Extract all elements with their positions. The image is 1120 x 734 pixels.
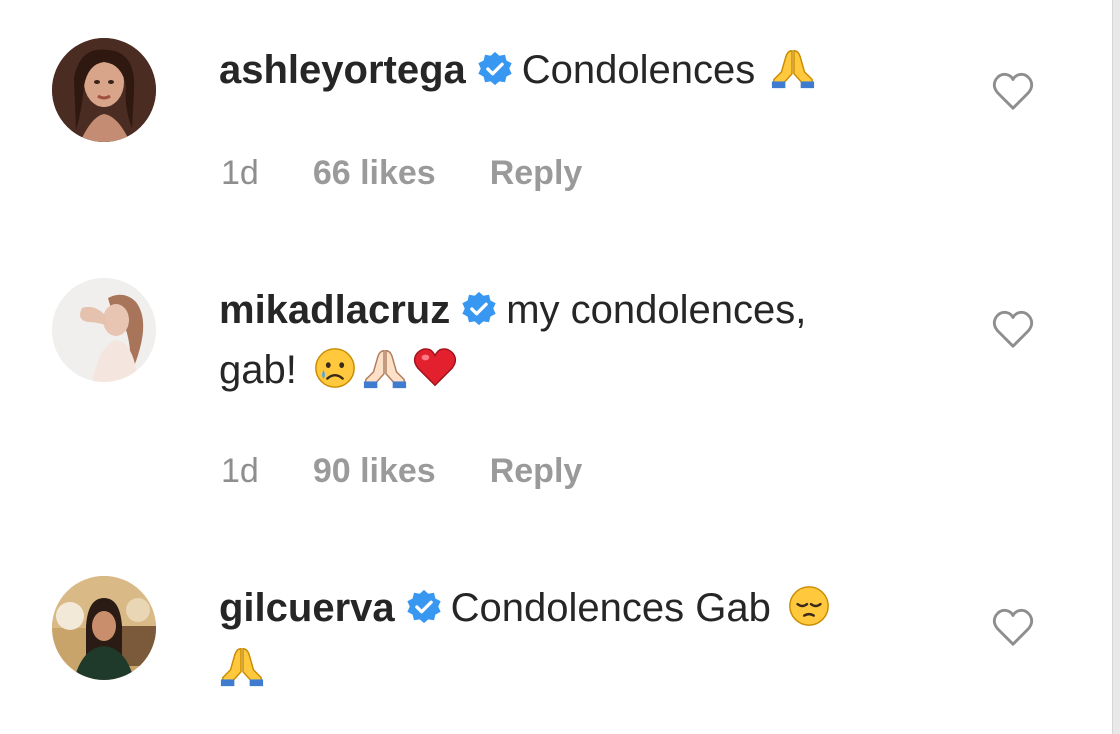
verified-badge-icon (462, 291, 496, 326)
comment-mikadlacruz: mikadlacruz my condolences, gab! 1d 90 lik… (0, 240, 1110, 540)
red-heart-icon (413, 348, 457, 387)
comment-text: Condolences Gab (450, 586, 771, 630)
comment-text: my condolences, (506, 288, 807, 332)
verified-badge-icon (407, 589, 441, 624)
comment-body: gilcuerva Condolences Gab (219, 578, 919, 698)
reply-button[interactable]: Reply (490, 452, 583, 491)
heart-icon[interactable] (990, 308, 1036, 350)
comment-gilcuerva: gilcuerva Condolences Gab (0, 540, 1110, 734)
folded-hands-icon (772, 50, 815, 89)
comment-body: mikadlacruz my condolences, gab! (219, 280, 919, 400)
like-count[interactable]: 90 likes (313, 452, 436, 491)
pensive-face-icon (789, 586, 829, 626)
comment-ashleyortega: ashleyortega Condolences 1d 66 likes Reply (0, 0, 1110, 240)
heart-icon[interactable] (990, 70, 1036, 112)
timestamp[interactable]: 1d (221, 452, 259, 491)
comment-text-continued: gab! (219, 348, 297, 392)
crying-face-icon (315, 348, 355, 388)
avatar[interactable] (52, 278, 156, 382)
comment-text: Condolences (521, 48, 756, 92)
folded-hands-light-icon (363, 350, 407, 389)
heart-icon[interactable] (990, 606, 1036, 648)
folded-hands-icon (220, 648, 264, 687)
like-count[interactable]: 66 likes (313, 154, 436, 193)
username[interactable]: gilcuerva (219, 586, 395, 630)
verified-badge-icon (478, 51, 512, 86)
reply-button[interactable]: Reply (490, 154, 583, 193)
comment-body: ashleyortega Condolences (219, 40, 919, 100)
comment-meta: 1d 90 likes Reply (221, 452, 582, 491)
window-edge (1112, 0, 1120, 734)
username[interactable]: mikadlacruz (219, 288, 450, 332)
avatar[interactable] (52, 38, 156, 142)
avatar[interactable] (52, 576, 156, 680)
timestamp[interactable]: 1d (221, 154, 259, 193)
username[interactable]: ashleyortega (219, 48, 466, 92)
comment-meta: 1d 66 likes Reply (221, 154, 582, 193)
